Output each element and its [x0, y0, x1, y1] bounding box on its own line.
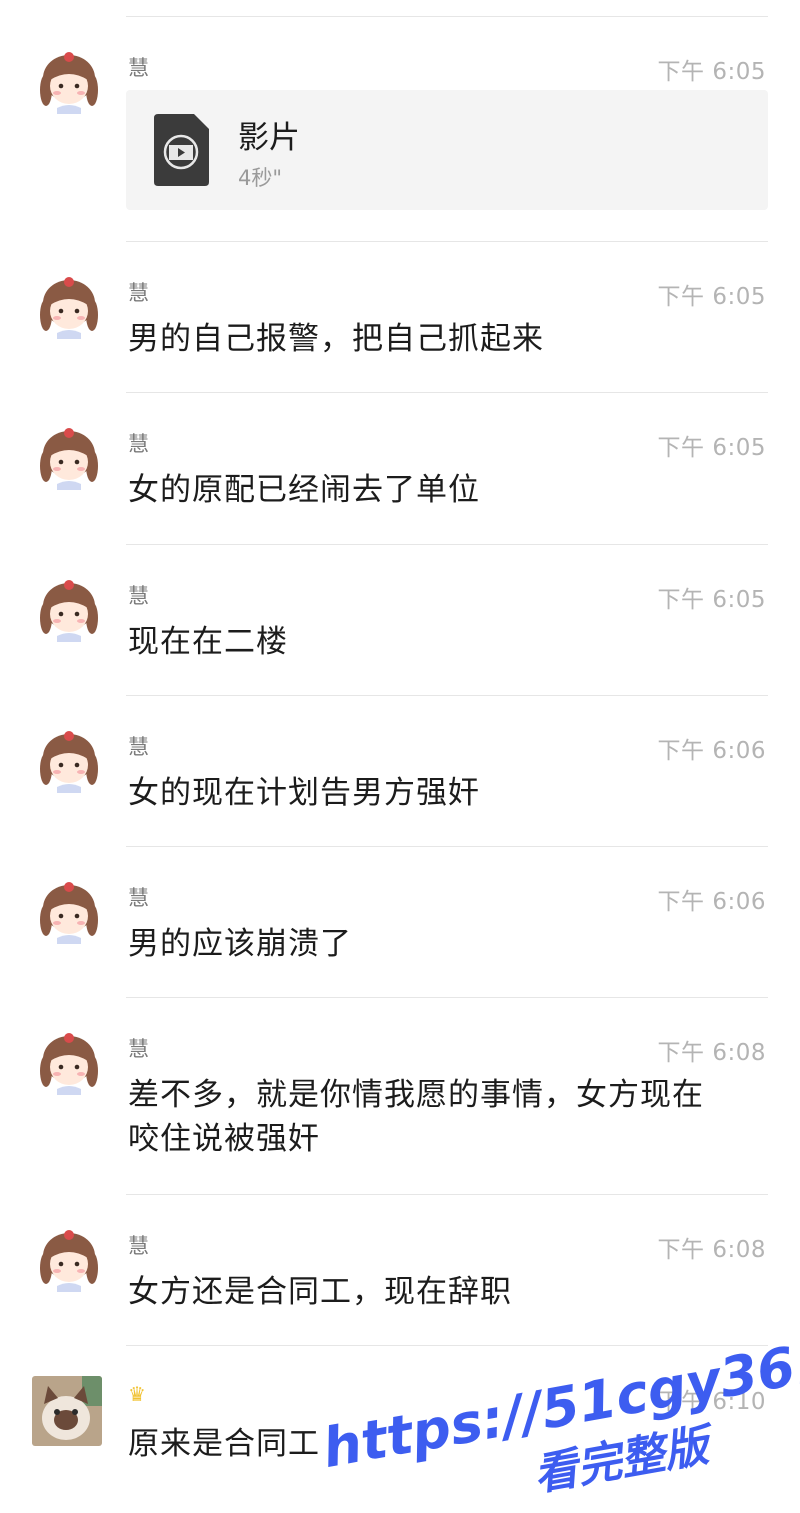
message-text-line-1: 差不多，就是你情我愿的事情，女方现在 [128, 1077, 704, 1113]
chat-message[interactable]: 慧 下午 6:05 现在在二楼 [0, 568, 800, 688]
sender-name: 慧 [128, 1234, 149, 1258]
message-text: 女的现在计划告男方强奸 [128, 775, 480, 811]
divider [126, 16, 768, 17]
message-time: 下午 6:05 [657, 284, 766, 310]
crown-icon: ♛ [128, 1382, 146, 1406]
message-time: 下午 6:06 [657, 738, 766, 764]
divider [126, 1194, 768, 1195]
chat-message[interactable]: 慧 下午 6:06 男的应该崩溃了 [0, 870, 800, 990]
video-card[interactable]: 影片 4秒" [126, 90, 768, 210]
message-text: 现在在二楼 [128, 624, 288, 660]
girl-avatar-icon [40, 731, 98, 793]
message-time: 下午 6:08 [657, 1040, 766, 1066]
divider [126, 695, 768, 696]
sender-name: 慧 [128, 281, 149, 305]
girl-avatar-icon [40, 1230, 98, 1292]
chat-message[interactable]: 慧 下午 6:06 女的现在计划告男方强奸 [0, 719, 800, 839]
message-text-line-2: 咬住说被强奸 [128, 1121, 320, 1157]
message-text: 男的自己报警，把自己抓起来 [128, 321, 544, 357]
divider [126, 241, 768, 242]
girl-avatar-icon [40, 52, 98, 114]
girl-avatar-icon [40, 277, 98, 339]
girl-avatar-icon [40, 580, 98, 642]
video-title: 影片 [238, 120, 300, 156]
divider [126, 1345, 768, 1346]
video-file-icon [154, 114, 209, 186]
message-text: 男的应该崩溃了 [128, 926, 352, 962]
message-time: 下午 6:05 [657, 435, 766, 461]
divider [126, 544, 768, 545]
message-time: 下午 6:05 [657, 587, 766, 613]
chat-message[interactable]: 慧 下午 6:05 男的自己报警，把自己抓起来 [0, 265, 800, 385]
message-time: 下午 6:08 [657, 1237, 766, 1263]
sender-name: 慧 [128, 432, 149, 456]
sender-name: 慧 [128, 1037, 149, 1061]
cat-avatar-icon [32, 1376, 102, 1446]
girl-avatar-icon [40, 428, 98, 490]
message-text: 女的原配已经闹去了单位 [128, 472, 480, 508]
divider [126, 846, 768, 847]
video-duration: 4秒" [238, 166, 283, 190]
chat-message[interactable]: 慧 下午 6:08 女方还是合同工，现在辞职 [0, 1218, 800, 1338]
sender-name: 慧 [128, 584, 149, 608]
chat-message[interactable]: 慧 下午 6:08 差不多，就是你情我愿的事情，女方现在 咬住说被强奸 [0, 1021, 800, 1186]
girl-avatar-icon [40, 1033, 98, 1095]
message-time: 下午 6:05 [657, 59, 766, 85]
message-time: 下午 6:06 [657, 889, 766, 915]
sender-name: 慧 [128, 735, 149, 759]
chat-message[interactable]: 慧 下午 6:05 女的原配已经闹去了单位 [0, 416, 800, 536]
message-text: 女方还是合同工，现在辞职 [128, 1274, 512, 1310]
divider [126, 392, 768, 393]
divider [126, 997, 768, 998]
chat-message-video[interactable]: 慧 下午 6:05 影片 4秒" [0, 40, 800, 220]
sender-name: 慧 [128, 886, 149, 910]
girl-avatar-icon [40, 882, 98, 944]
sender-name: 慧 [128, 56, 149, 80]
